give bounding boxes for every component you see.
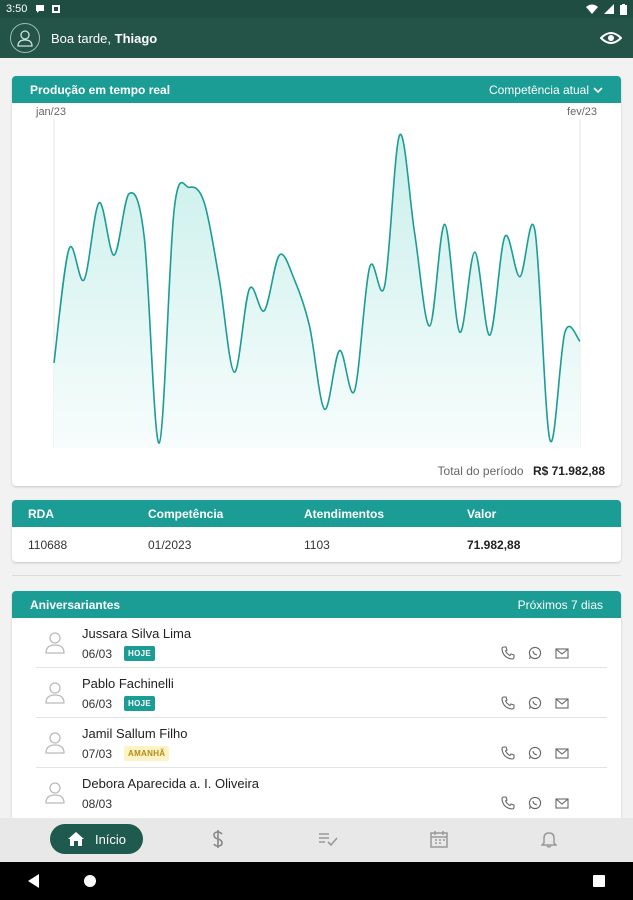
x-start-label: jan/23 [36,106,66,118]
section-divider [12,575,621,576]
rda-cell-rda: 110688 [28,537,68,552]
phone-icon[interactable] [501,696,515,710]
contact-actions [501,796,569,810]
main-content: Produção em tempo real Competência atual [0,58,633,818]
birthday-date: 06/03 [82,647,113,661]
profile-avatar[interactable] [10,23,40,53]
user-icon [45,632,65,654]
user-icon [45,732,65,754]
rda-header-competencia: Competência [148,506,224,521]
chart-area-fill [54,134,580,448]
bottom-navigation: Início [0,818,633,862]
whatsapp-icon[interactable] [528,646,542,660]
period-selector-label: Competência atual [488,82,589,97]
list-item[interactable]: Debora Aparecida a. I. Oliveira 08/03 [36,768,607,818]
app-bar: Boa tarde, Thiago [0,18,633,58]
eye-icon [600,32,622,44]
user-name: Thiago [114,30,158,46]
production-title: Produção em tempo real [30,82,171,97]
x-end-label: fev/23 [567,106,597,118]
period-total-value: R$ 71.982,88 [532,464,605,478]
rda-table-header: RDA Competência Atendimentos Valor [12,500,621,527]
contact-actions [501,696,569,710]
status-bar: 3:50 [0,0,633,18]
recents-icon[interactable] [593,875,605,887]
whatsapp-icon[interactable] [528,746,542,760]
checklist-icon [319,833,338,846]
email-icon[interactable] [555,796,569,810]
birthdays-card: Aniversariantes Próximos 7 dias Jussara … [12,591,621,818]
birthday-name: Pablo Fachinelli [82,676,174,691]
nav-checklist[interactable] [316,824,340,854]
list-item[interactable]: Jussara Silva Lima 06/03 HOJE [36,618,607,668]
birthdays-title: Aniversariantes [30,597,121,612]
phone-icon[interactable] [501,746,515,760]
battery-icon [620,3,627,15]
birthday-badge: HOJE [124,696,155,711]
rda-header-rda: RDA [28,506,54,521]
production-card-header: Produção em tempo real Competência atual [12,76,621,103]
back-icon[interactable] [28,874,40,888]
birthday-name: Debora Aparecida a. I. Oliveira [82,776,260,791]
signal-icon [604,4,614,14]
rda-cell-valor: 71.982,88 [467,537,521,552]
list-item[interactable]: Jamil Sallum Filho 07/03 AMANHÃ [36,718,607,768]
birthdays-range: Próximos 7 dias [517,597,603,612]
birthdays-list: Jussara Silva Lima 06/03 HOJE Pablo Fach… [12,618,621,818]
nav-home-label: Início [94,831,127,847]
birthday-badge: HOJE [124,646,155,661]
birthday-name: Jussara Silva Lima [82,626,192,641]
birthday-badge: AMANHÃ [124,746,170,761]
phone-icon[interactable] [501,796,515,810]
greeting: Boa tarde, Thiago [51,31,157,46]
app-notification-icon [52,5,61,13]
whatsapp-icon[interactable] [528,796,542,810]
email-icon[interactable] [555,646,569,660]
chat-notification-icon [36,5,45,13]
contact-actions [501,646,569,660]
nav-calendar[interactable] [427,824,451,854]
period-selector[interactable]: Competência atual [489,83,603,97]
system-navigation-bar [0,862,633,900]
user-icon [17,30,33,47]
status-time: 3:50 [6,3,28,15]
phone-icon[interactable] [501,646,515,660]
dollar-icon [213,830,223,848]
home-circle-icon[interactable] [84,875,96,887]
nav-home[interactable]: Início [50,824,143,854]
home-icon [67,832,84,846]
chevron-down-icon [593,86,603,93]
calendar-icon [430,831,448,848]
table-row[interactable]: 110688 01/2023 1103 71.982,88 [12,527,621,562]
whatsapp-icon[interactable] [528,696,542,710]
toggle-visibility-button[interactable] [599,26,623,50]
birthday-date: 07/03 [82,747,113,761]
email-icon[interactable] [555,746,569,760]
rda-cell-competencia: 01/2023 [148,537,192,552]
production-chart: jan/23 fev/23 Total do período R$ 71.982… [12,103,621,486]
rda-table: RDA Competência Atendimentos Valor 11068… [12,500,621,562]
wifi-icon [586,4,598,14]
bell-icon [541,832,557,848]
rda-header-valor: Valor [467,506,497,521]
production-card: Produção em tempo real Competência atual [12,76,621,486]
list-item[interactable]: Pablo Fachinelli 06/03 HOJE [36,668,607,718]
rda-header-atendimentos: Atendimentos [304,506,385,521]
nav-notifications[interactable] [537,824,561,854]
birthday-date: 06/03 [82,697,113,711]
greeting-text: Boa tarde, [51,30,111,46]
birthdays-card-header: Aniversariantes Próximos 7 dias [12,591,621,618]
production-chart-svg [53,119,581,448]
contact-actions [501,746,569,760]
user-icon [45,782,65,804]
period-total-label: Total do período [437,464,524,478]
email-icon[interactable] [555,696,569,710]
user-icon [45,682,65,704]
birthday-name: Jamil Sallum Filho [82,726,188,741]
rda-cell-atendimentos: 1103 [304,537,330,552]
period-total: Total do período R$ 71.982,88 [438,464,605,478]
nav-financial[interactable] [206,824,230,854]
birthday-date: 08/03 [82,797,113,811]
